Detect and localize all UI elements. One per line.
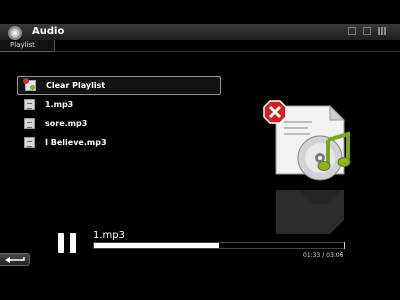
- progress-bar[interactable]: [93, 242, 345, 249]
- pause-icon: [58, 233, 64, 253]
- progress-fill: [94, 243, 219, 248]
- artwork-reflection: [276, 190, 344, 234]
- list-item-clear-playlist[interactable]: Clear Playlist: [17, 76, 221, 95]
- system-tray: [348, 27, 386, 35]
- list-item[interactable]: sore.mp3: [17, 114, 221, 133]
- pause-icon-bar: [70, 233, 76, 253]
- tab-playlist-label: Playlist: [10, 41, 35, 49]
- now-playing-title: 1.mp3: [93, 230, 125, 241]
- signal-bars-icon: [378, 27, 386, 35]
- list-item-label: 1.mp3: [45, 100, 74, 109]
- back-arrow-icon: [5, 257, 25, 263]
- time-display: 01:33 / 03:06: [303, 252, 344, 259]
- progress-end-marker: [344, 242, 345, 249]
- list-item-label: Clear Playlist: [46, 81, 106, 90]
- no-media-artwork-icon: [263, 100, 351, 181]
- app-title: Audio: [32, 26, 65, 37]
- playlist: Clear Playlist 1.mp3 sore.mp3 I Believe.…: [17, 76, 221, 152]
- audio-file-icon: [24, 137, 35, 148]
- audio-file-icon: [24, 118, 35, 129]
- pause-button[interactable]: [58, 233, 78, 253]
- list-item[interactable]: 1.mp3: [17, 95, 221, 114]
- back-button[interactable]: [0, 253, 30, 266]
- tab-divider: [54, 51, 400, 52]
- minimize-icon[interactable]: [348, 27, 356, 35]
- disc-music-icon: [8, 26, 22, 40]
- clear-playlist-icon: [23, 78, 36, 91]
- list-item-label: I Believe.mp3: [45, 138, 107, 147]
- list-item[interactable]: I Believe.mp3: [17, 133, 221, 152]
- audio-file-icon: [24, 99, 35, 110]
- list-item-label: sore.mp3: [45, 119, 88, 128]
- display-icon[interactable]: [363, 27, 371, 35]
